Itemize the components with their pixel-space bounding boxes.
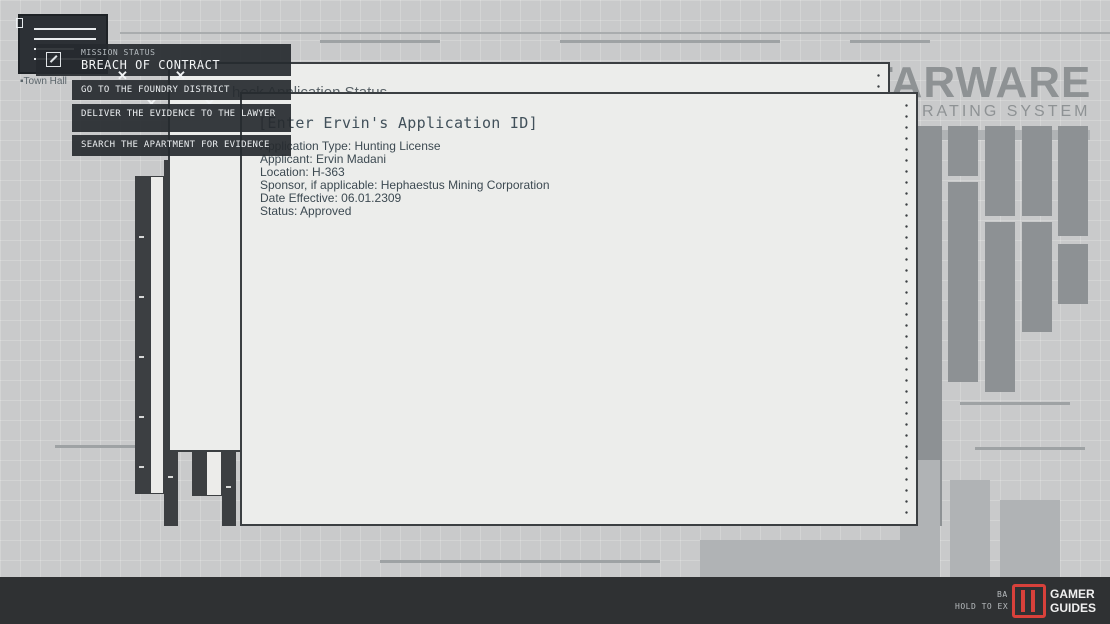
os-bar — [1058, 244, 1088, 304]
mission-title: BREACH OF CONTRACT — [81, 58, 221, 72]
bg-dash — [55, 445, 135, 448]
location-name: Town Hall — [23, 76, 67, 87]
detail-line: Status: Approved — [260, 204, 352, 218]
strip-tick — [139, 356, 144, 358]
window-strip — [135, 176, 151, 494]
os-bar — [948, 126, 978, 176]
os-bar — [700, 540, 920, 577]
brand-subtitle: RATING SYSTEM — [922, 103, 1091, 120]
window-strip — [150, 176, 164, 494]
watermark-line: GUIDES — [1050, 601, 1097, 615]
edit-icon[interactable] — [46, 52, 61, 67]
mission-objective[interactable]: DELIVER THE EVIDENCE TO THE LAWYER — [72, 104, 291, 132]
mission-objective[interactable]: GO TO THE FOUNDRY DISTRICT — [72, 80, 291, 100]
os-bar — [950, 480, 990, 577]
mission-status-panel[interactable]: MISSION STATUS BREACH OF CONTRACT — [36, 44, 291, 76]
window-dot-border — [905, 100, 908, 518]
hold-exit-hint[interactable]: HOLD TO EX — [955, 602, 1008, 611]
strip-tick — [226, 486, 231, 488]
strip-tick — [139, 416, 144, 418]
application-details: Application Type: Hunting License Applic… — [260, 140, 550, 218]
bg-dash — [975, 447, 1085, 450]
slate-icon — [16, 18, 23, 28]
bg-dash — [320, 40, 440, 43]
strip-tick — [139, 466, 144, 468]
os-bar — [1058, 126, 1088, 236]
os-bar — [1022, 126, 1052, 216]
bg-dash — [960, 402, 1070, 405]
bg-divider — [120, 32, 1110, 34]
gamer-guides-watermark: GAMER GUIDES — [1050, 587, 1096, 615]
mission-status-label: MISSION STATUS — [81, 48, 156, 57]
location-label: ▪Town Hall — [20, 76, 67, 87]
bg-dash — [560, 40, 780, 43]
os-bar — [985, 126, 1015, 216]
bottom-prompt-bar — [0, 577, 1110, 624]
strip-tick — [139, 236, 144, 238]
os-bar — [1000, 500, 1060, 577]
application-id-prompt[interactable]: [Enter Ervin's Application ID] — [258, 114, 538, 132]
terminal-window: [Enter Ervin's Application ID] Applicati… — [240, 92, 918, 526]
back-hint[interactable]: BA — [997, 590, 1008, 599]
strip-tick — [139, 296, 144, 298]
os-bar — [948, 182, 978, 382]
bg-dash — [380, 560, 660, 563]
os-bar — [1022, 222, 1052, 332]
gamer-guides-logo-icon — [1012, 584, 1046, 618]
mission-objective[interactable]: SEARCH THE APARTMENT FOR EVIDENCE — [72, 135, 291, 156]
strip-tick — [168, 476, 173, 478]
watermark-line: GAMER — [1050, 587, 1095, 601]
os-bar — [985, 222, 1015, 392]
bg-dash — [850, 40, 930, 43]
